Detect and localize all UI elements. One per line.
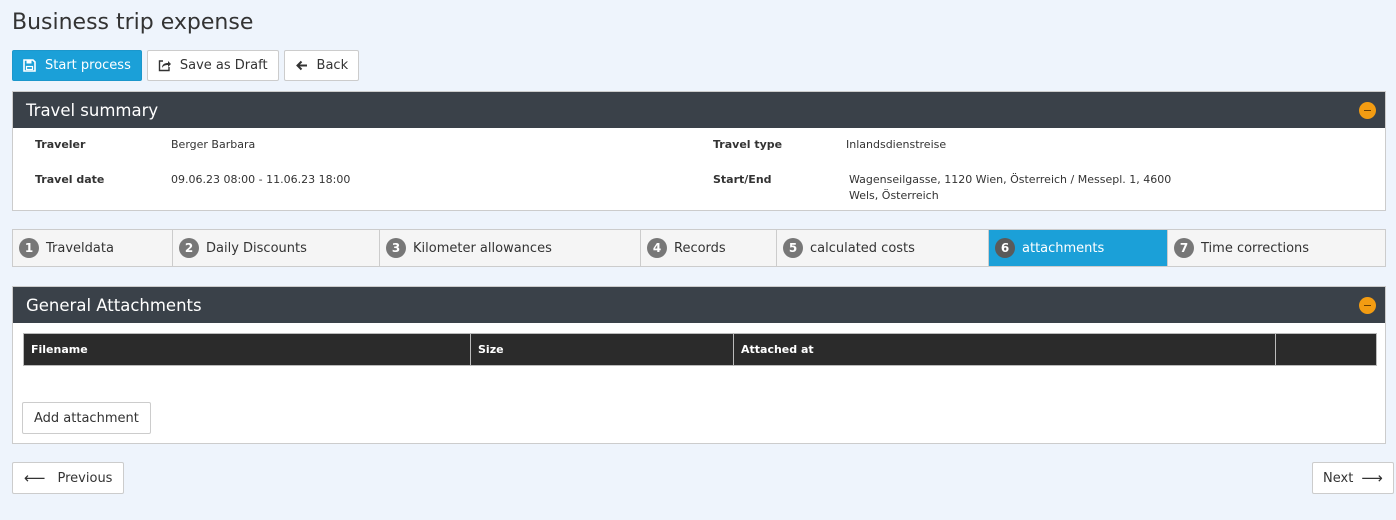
arrow-right-icon: ⟶ [1361, 469, 1383, 487]
add-attachment-button[interactable]: Add attachment [22, 402, 151, 434]
start-process-button[interactable]: Start process [12, 50, 142, 81]
travel-date-value: 09.06.23 08:00 - 11.06.23 18:00 [171, 173, 351, 186]
start-end-value-line1: Wagenseilgasse, 1120 Wien, Österreich / … [849, 173, 1172, 186]
travel-date-label: Travel date [35, 173, 105, 186]
general-attachments-title: General Attachments [26, 295, 202, 315]
tab-label: Traveldata [46, 240, 114, 256]
arrow-left-icon: ⟵ [24, 469, 46, 487]
tab-label: calculated costs [810, 240, 915, 256]
share-icon [158, 59, 172, 73]
column-header-size[interactable]: Size [471, 334, 734, 365]
step-number: 5 [783, 238, 803, 258]
column-header-attached-at[interactable]: Attached at [734, 334, 1276, 365]
step-number: 6 [995, 238, 1015, 258]
previous-button[interactable]: ⟵ Previous [12, 462, 125, 494]
next-label: Next [1323, 470, 1354, 486]
tab-label: Records [674, 240, 726, 256]
tab-kilometer-allowances[interactable]: 3 Kilometer allowances [380, 230, 641, 266]
step-number: 7 [1174, 238, 1194, 258]
travel-summary-body: Traveler Berger Barbara Travel date 09.0… [13, 128, 1385, 210]
traveler-label: Traveler [35, 138, 86, 151]
step-number: 3 [386, 238, 406, 258]
start-end-label: Start/End [713, 173, 772, 186]
save-draft-label: Save as Draft [179, 58, 268, 73]
step-number: 4 [647, 238, 667, 258]
travel-type-label: Travel type [713, 138, 783, 151]
arrow-left-icon [295, 59, 309, 73]
travel-summary-header: Travel summary [13, 92, 1385, 128]
tab-label: attachments [1022, 240, 1105, 256]
tab-attachments[interactable]: 6 attachments [989, 230, 1168, 266]
tab-records[interactable]: 4 Records [641, 230, 777, 266]
travel-summary-title: Travel summary [26, 100, 159, 120]
back-label: Back [316, 58, 349, 73]
tab-daily-discounts[interactable]: 2 Daily Discounts [173, 230, 380, 266]
tab-calculated-costs[interactable]: 5 calculated costs [777, 230, 989, 266]
step-number: 2 [179, 238, 199, 258]
general-attachments-panel: General Attachments Filename Size Attach… [12, 286, 1386, 444]
tab-label: Kilometer allowances [413, 240, 552, 256]
column-header-actions [1276, 334, 1376, 365]
collapse-icon[interactable] [1359, 101, 1376, 119]
start-end-value-line2: Wels, Österreich [849, 189, 939, 202]
general-attachments-header: General Attachments [13, 287, 1385, 323]
next-button[interactable]: Next ⟶ [1312, 462, 1394, 494]
travel-summary-panel: Travel summary Traveler Berger Barbara T… [12, 91, 1386, 211]
save-draft-button[interactable]: Save as Draft [146, 50, 279, 81]
start-process-label: Start process [45, 58, 131, 73]
tab-label: Time corrections [1201, 240, 1310, 256]
back-button[interactable]: Back [283, 50, 360, 81]
tab-label: Daily Discounts [206, 240, 307, 256]
travel-type-value: Inlandsdienstreise [846, 138, 947, 151]
toolbar: Start process Save as Draft Back [12, 50, 360, 81]
page-title: Business trip expense [12, 10, 254, 35]
traveler-value: Berger Barbara [171, 138, 256, 151]
step-number: 1 [19, 238, 39, 258]
attachments-table-header: Filename Size Attached at [23, 333, 1377, 366]
tab-traveldata[interactable]: 1 Traveldata [13, 230, 173, 266]
tab-time-corrections[interactable]: 7 Time corrections [1168, 230, 1385, 266]
step-tabs: 1 Traveldata 2 Daily Discounts 3 Kilomet… [12, 229, 1386, 267]
collapse-icon[interactable] [1359, 296, 1376, 314]
previous-label: Previous [57, 470, 113, 486]
column-header-filename[interactable]: Filename [24, 334, 471, 365]
save-icon [23, 58, 37, 73]
